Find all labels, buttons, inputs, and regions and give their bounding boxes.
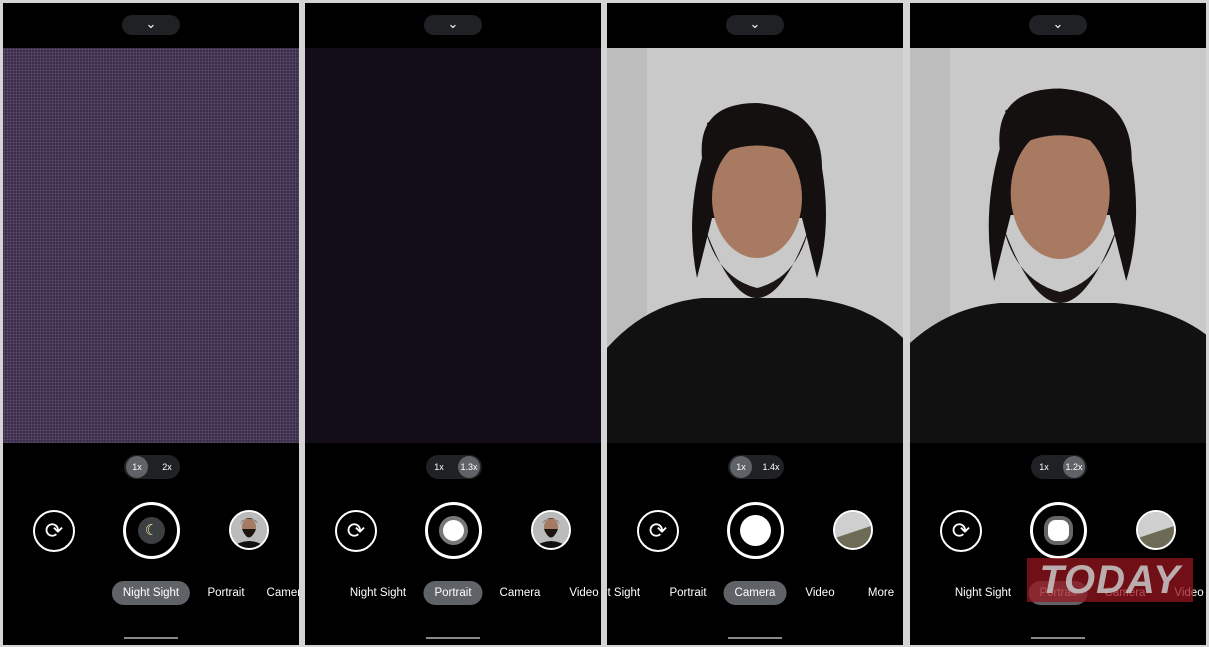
- switch-camera-button[interactable]: ⟳: [637, 510, 679, 552]
- switch-camera-icon: ⟳: [648, 518, 668, 543]
- thumbnail-image: [231, 512, 267, 548]
- camera-screen-1: ⌄ 1x 2x ⟳ ☾ Night SightPortraitCamera: [3, 3, 299, 645]
- zoom-2x-button[interactable]: 2x: [156, 456, 178, 478]
- mode-tab[interactable]: Portrait: [196, 581, 255, 605]
- mode-tab[interactable]: Night Sight: [944, 581, 1022, 605]
- camera-screen-4: ⌄ 1x1.2x⟳Night SightPortraitCameraVideo: [910, 3, 1206, 645]
- switch-camera-icon: ⟳: [44, 518, 64, 543]
- shutter-inner: [1044, 516, 1073, 545]
- viewfinder[interactable]: [3, 48, 299, 443]
- shutter-button[interactable]: [727, 502, 784, 559]
- camera-screen-2: ⌄ 1x 1.3x ⟳ Night Sight Portrait Camera Video: [305, 3, 601, 645]
- camera-screen-3: ⌄ 1x 1.4x ⟳ Night Sight PortraitCamera Video M…: [607, 3, 903, 645]
- mode-tab[interactable]: Night Sight: [339, 581, 417, 605]
- zoom-1x-button[interactable]: 1x: [730, 456, 752, 478]
- mode-tab[interactable]: Camera: [723, 581, 787, 605]
- watermark-logo: TODAY: [1027, 558, 1193, 602]
- moon-icon: ☾: [138, 517, 165, 544]
- gallery-thumbnail[interactable]: [531, 510, 571, 550]
- mode-tab[interactable]: Video: [794, 581, 845, 605]
- settings-expand-button[interactable]: ⌄: [122, 15, 180, 35]
- shutter-button[interactable]: [1030, 502, 1087, 559]
- zoom-1.3x-button[interactable]: 1.3x: [458, 456, 480, 478]
- camera-preview-photo: [910, 48, 1206, 463]
- switch-camera-icon: ⟳: [951, 518, 971, 543]
- mode-tab[interactable]: Night Sight: [111, 581, 191, 605]
- mode-tab[interactable]: Camera: [489, 581, 552, 605]
- viewfinder[interactable]: [607, 48, 903, 443]
- nav-handle[interactable]: [728, 637, 782, 639]
- top-bar: ⌄: [305, 3, 601, 48]
- camera-preview-photo: [607, 48, 903, 443]
- switch-camera-button[interactable]: ⟳: [33, 510, 75, 552]
- chevron-down-icon: ⌄: [1052, 16, 1064, 31]
- mode-tab[interactable]: Portrait: [423, 581, 483, 605]
- gallery-thumbnail[interactable]: [229, 510, 269, 550]
- shutter-button[interactable]: [425, 502, 482, 559]
- switch-camera-button[interactable]: ⟳: [335, 510, 377, 552]
- settings-expand-button[interactable]: ⌄: [424, 15, 482, 35]
- chevron-down-icon: ⌄: [145, 16, 157, 31]
- gallery-thumbnail[interactable]: [833, 510, 873, 550]
- camera-preview-noise: [3, 48, 299, 443]
- nav-handle[interactable]: [426, 637, 480, 639]
- zoom-selector: 1x 1.4x: [728, 455, 784, 479]
- settings-expand-button[interactable]: ⌄: [1029, 15, 1087, 35]
- nav-handle[interactable]: [124, 637, 178, 639]
- zoom-selector: 1x 1.2x: [1031, 455, 1087, 479]
- zoom-selector: 1x 1.3x: [426, 455, 482, 479]
- camera-preview-dark: [305, 48, 601, 443]
- switch-camera-icon: ⟳: [346, 518, 366, 543]
- mode-tab[interactable]: More: [857, 581, 903, 605]
- thumbnail-image: [835, 512, 871, 548]
- mode-tab[interactable]: Camera: [256, 581, 299, 605]
- chevron-down-icon: ⌄: [749, 16, 761, 31]
- shutter-inner: [439, 516, 468, 545]
- zoom-selector: 1x 2x: [124, 455, 180, 479]
- zoom-1.4x-button[interactable]: 1.4x: [760, 456, 782, 478]
- nav-handle[interactable]: [1031, 637, 1085, 639]
- zoom-1.2x-button[interactable]: 1.2x: [1063, 456, 1085, 478]
- top-bar: ⌄: [607, 3, 903, 48]
- thumbnail-image: [533, 512, 569, 548]
- zoom-1x-button[interactable]: 1x: [428, 456, 450, 478]
- viewfinder[interactable]: [305, 48, 601, 443]
- mode-tab[interactable]: Video: [558, 581, 601, 605]
- switch-camera-button[interactable]: ⟳: [940, 510, 982, 552]
- chevron-down-icon: ⌄: [447, 16, 459, 31]
- shutter-button[interactable]: ☾: [123, 502, 180, 559]
- top-bar: ⌄: [910, 3, 1206, 48]
- mode-tab[interactable]: Portrait: [658, 581, 717, 605]
- gallery-thumbnail[interactable]: [1136, 510, 1176, 550]
- zoom-1x-button[interactable]: 1x: [1033, 456, 1055, 478]
- settings-expand-button[interactable]: ⌄: [726, 15, 784, 35]
- shutter-inner: [740, 515, 771, 546]
- viewfinder[interactable]: [910, 48, 1206, 463]
- thumbnail-image: [1138, 512, 1174, 548]
- zoom-1x-button[interactable]: 1x: [126, 456, 148, 478]
- top-bar: ⌄: [3, 3, 299, 48]
- mode-tab[interactable]: Night Sight: [607, 581, 651, 605]
